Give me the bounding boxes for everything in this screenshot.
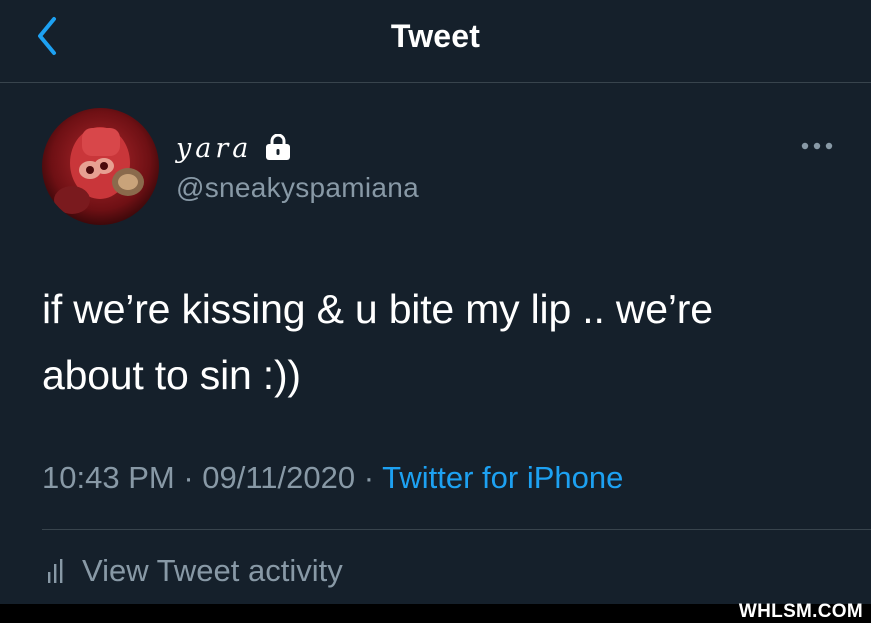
tweet-text-line: if we’re kissing & u bite my lip .. we’r… [42,286,713,332]
tweet-text: if we’re kissing & u bite my lip .. we’r… [42,276,842,408]
tweet-source-link[interactable]: Twitter for iPhone [382,460,623,495]
meta-separator: · [355,460,383,495]
view-tweet-activity-label: View Tweet activity [82,553,343,588]
avatar[interactable] [42,108,159,225]
author-display-name[interactable]: yara [176,128,292,168]
divider [42,529,871,530]
more-options-button[interactable] [800,138,834,154]
page-title: Tweet [390,18,481,54]
top-navigation-bar: Tweet [0,0,871,83]
watermark: WHLSM.COM [738,601,863,622]
bar-chart-icon [48,559,63,583]
display-name-text: yara [176,132,253,164]
tweet-metadata: 10:43 PM · 09/11/2020 · Twitter for iPho… [42,460,623,496]
view-tweet-activity-button[interactable]: View Tweet activity [46,553,343,589]
tweet-text-line: about to sin :)) [42,352,301,398]
tweet-date: 09/11/2020 [202,460,356,495]
lock-icon [266,134,291,160]
meta-separator: · [174,460,203,495]
author-handle[interactable]: @sneakyspamiana [176,172,419,204]
tweet-time: 10:43 PM [42,460,175,495]
ellipsis-icon [801,142,833,150]
